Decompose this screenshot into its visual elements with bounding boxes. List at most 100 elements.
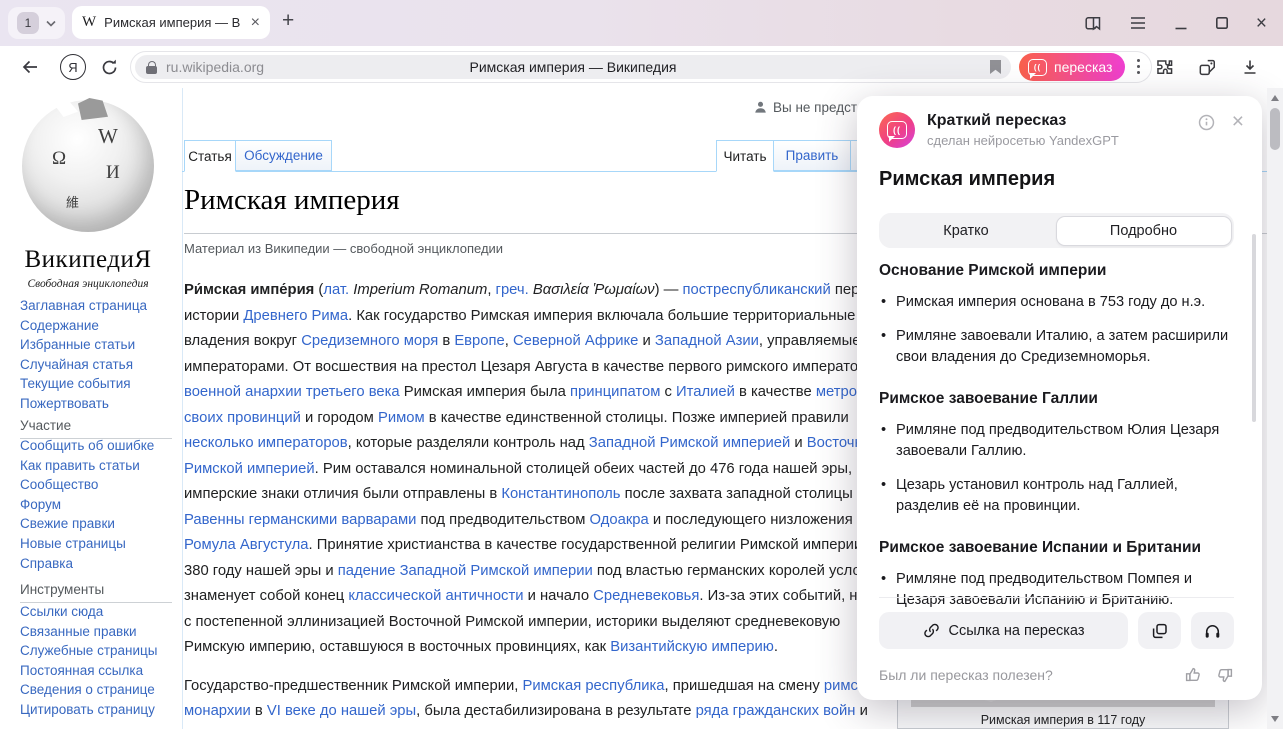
summary-bullet: Римляне завоевали Италию, а затем расшир… (879, 326, 1230, 369)
collections-icon[interactable] (1198, 58, 1217, 77)
tab-discussion[interactable]: Обсуждение (235, 140, 332, 171)
summary-section-heading: Римское завоевание Галлии (879, 390, 1230, 408)
sidebar-item-report-error[interactable]: Сообщить об ошибке (20, 436, 154, 456)
thumb-up-icon[interactable] (1184, 666, 1202, 684)
copy-summary-button[interactable] (1138, 612, 1181, 649)
extensions-icon[interactable] (1155, 58, 1174, 77)
back-icon[interactable] (20, 46, 40, 88)
link-icon (923, 622, 940, 639)
browser-tab[interactable]: W Римская империя — В × (72, 6, 270, 39)
summary-section-heading: Основание Римской империи (879, 262, 1230, 280)
browser-toolbar: Я ru.wikipedia.org Римская империя — Вик… (8, 46, 1275, 88)
tab-article[interactable]: Статья (184, 140, 236, 172)
sidebar-item-help[interactable]: Справка (20, 554, 154, 574)
new-tab-button[interactable]: + (282, 9, 294, 33)
retell-icon: (( (1028, 59, 1047, 76)
tab-read[interactable]: Читать (716, 140, 774, 172)
sidebar-item-how-to-edit[interactable]: Как править статьи (20, 456, 154, 476)
article-body: Ри́мская импе́рия (лат. Imperium Romanum… (184, 278, 902, 729)
sidebar-item-what-links-here[interactable]: Ссылки сюда (20, 602, 157, 622)
sidebar-item-random[interactable]: Случайная статья (20, 355, 147, 375)
retell-button[interactable]: (( пересказ (1019, 53, 1125, 81)
summary-icon: (( (879, 112, 915, 148)
article-title: Римская империя (184, 184, 400, 217)
page-scrollbar[interactable] (1267, 88, 1283, 729)
downloads-icon[interactable] (1241, 58, 1259, 76)
info-icon[interactable] (1197, 113, 1216, 132)
scroll-up-arrow[interactable] (1271, 95, 1279, 101)
panel-subtitle: сделан нейросетью YandexGPT (927, 133, 1119, 148)
summary-mode-toggle: Кратко Подробно (879, 213, 1234, 248)
panel-close-icon[interactable]: × (1232, 112, 1244, 132)
close-icon[interactable]: × (1256, 14, 1267, 33)
scroll-down-arrow[interactable] (1271, 716, 1279, 722)
sidebar-item-page-info[interactable]: Сведения о странице (20, 680, 157, 700)
yandex-icon[interactable]: Я (60, 46, 86, 88)
thumb-down-icon[interactable] (1216, 666, 1234, 684)
tab-group-button[interactable]: 1 (8, 7, 65, 39)
summary-content: Основание Римской империи Римская импери… (879, 254, 1230, 612)
infobox-caption: Римская империя в 117 году (898, 713, 1228, 727)
article-subtitle: Материал из Википедии — свободной энцикл… (184, 241, 503, 256)
summary-panel: (( Краткий пересказ сделан нейросетью Ya… (857, 96, 1262, 700)
panel-scrollbar[interactable] (1252, 234, 1256, 422)
panel-title: Краткий пересказ (927, 112, 1119, 130)
page-title: Римская империя — Википедия (135, 59, 1011, 75)
sidebar-item-forum[interactable]: Форум (20, 495, 154, 515)
article-paragraph: Ри́мская импе́рия (лат. Imperium Romanum… (184, 278, 902, 661)
wikipedia-tagline: Свободная энциклопедия (0, 278, 176, 290)
lock-icon[interactable] (145, 61, 158, 74)
user-status-label: Вы не предст (773, 100, 857, 115)
wikipedia-globe-logo[interactable]: W Ω И 維 (22, 100, 154, 232)
side-panel-icon[interactable] (1084, 14, 1102, 32)
sidebar-item-cite-page[interactable]: Цитировать страницу (20, 700, 157, 720)
minimize-icon[interactable] (1174, 16, 1188, 30)
chevron-down-icon (46, 20, 56, 27)
user-status[interactable]: Вы не предст (753, 100, 857, 115)
more-options-icon[interactable] (1137, 59, 1140, 74)
headphones-icon (1203, 622, 1222, 640)
title-bar: 1 W Римская империя — В × + × (0, 0, 1283, 46)
url-field[interactable]: ru.wikipedia.org Римская империя — Викип… (135, 55, 1011, 79)
sidebar-nav-tools: Ссылки сюда Связанные правки Служебные с… (20, 602, 157, 720)
address-bar[interactable]: ru.wikipedia.org Римская империя — Викип… (130, 51, 1152, 83)
sidebar-item-community[interactable]: Сообщество (20, 475, 154, 495)
summary-article-title: Римская империя (879, 168, 1055, 191)
article-paragraph: Государство-предшественник Римской импер… (184, 674, 902, 729)
scrollbar-thumb[interactable] (1270, 108, 1280, 150)
sidebar-item-new-pages[interactable]: Новые страницы (20, 534, 154, 554)
panel-header: (( Краткий пересказ сделан нейросетью Ya… (879, 112, 1119, 148)
maximize-icon[interactable] (1215, 16, 1229, 30)
tab-edit[interactable]: Править (773, 140, 851, 171)
summary-bullet: Римская империя основана в 753 году до н… (879, 292, 1230, 314)
sidebar-item-permanent-link[interactable]: Постоянная ссылка (20, 661, 157, 681)
sidebar-item-related-changes[interactable]: Связанные правки (20, 622, 157, 642)
sidebar-nav-main: Заглавная страница Содержание Избранные … (20, 296, 147, 414)
user-icon (753, 100, 768, 115)
summary-link-button[interactable]: Ссылка на пересказ (879, 612, 1128, 649)
wikipedia-wordmark[interactable]: ВикипедиЯ (0, 246, 176, 274)
toggle-detailed[interactable]: Подробно (1056, 216, 1232, 246)
sidebar-item-current-events[interactable]: Текущие события (20, 374, 147, 394)
sidebar-item-featured[interactable]: Избранные статьи (20, 335, 147, 355)
sidebar-item-recent-changes[interactable]: Свежие правки (20, 514, 154, 534)
tab-counter[interactable]: 1 (17, 12, 39, 34)
sidebar-item-donate[interactable]: Пожертвовать (20, 394, 147, 414)
toggle-brief[interactable]: Кратко (879, 213, 1053, 248)
refresh-icon[interactable] (100, 46, 119, 88)
summary-link-label: Ссылка на пересказ (949, 623, 1085, 639)
sidebar-section-tools: Инструменты (20, 582, 172, 603)
sidebar-item-main-page[interactable]: Заглавная страница (20, 296, 147, 316)
sidebar-item-contents[interactable]: Содержание (20, 316, 147, 336)
tab-title: Римская империя — В (104, 15, 242, 30)
content-left-border (182, 88, 183, 729)
panel-divider (879, 597, 1234, 598)
summary-bullet: Римляне под предводительством Юлия Цезар… (879, 420, 1230, 463)
browser-window: 1 W Римская империя — В × + × Я (0, 0, 1283, 729)
sidebar-item-special-pages[interactable]: Служебные страницы (20, 641, 157, 661)
menu-icon[interactable] (1129, 16, 1147, 30)
sidebar-nav-participate: Сообщить об ошибке Как править статьи Со… (20, 436, 154, 573)
tab-close-icon[interactable]: × (251, 15, 260, 31)
listen-summary-button[interactable] (1191, 612, 1234, 649)
summary-bullet: Цезарь установил контроль над Галлией, р… (879, 475, 1230, 518)
